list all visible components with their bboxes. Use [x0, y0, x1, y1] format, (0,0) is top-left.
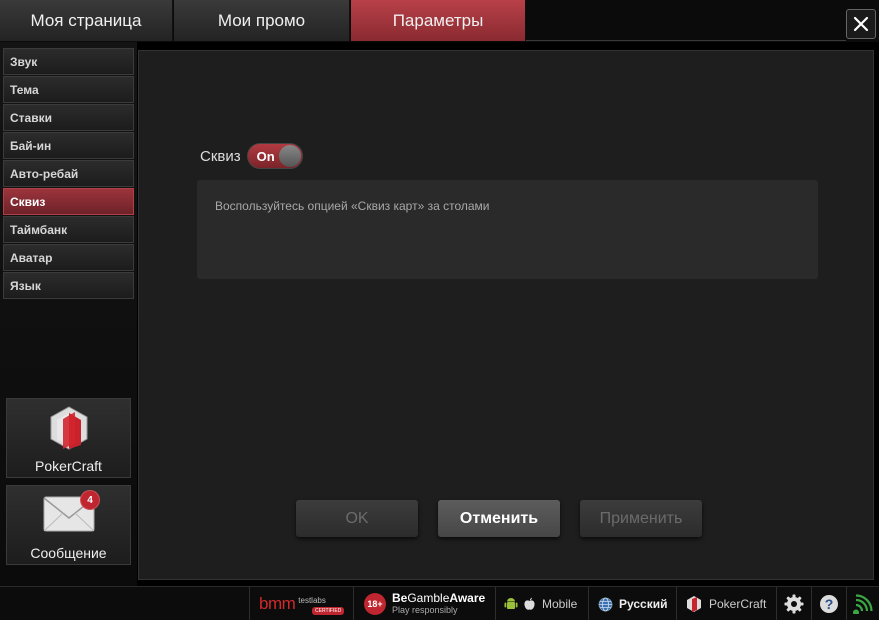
message-tile-label: Сообщение: [30, 545, 107, 561]
sidebar-item-language[interactable]: Язык: [3, 272, 134, 299]
settings-gear-button[interactable]: [776, 587, 810, 620]
sidebar-item-theme[interactable]: Тема: [3, 76, 134, 103]
bmm-brand: bmm: [259, 594, 296, 613]
language-selector[interactable]: Русский: [588, 587, 675, 620]
apple-icon: [524, 597, 535, 610]
message-count-badge: 4: [80, 490, 100, 510]
toggle-knob: [278, 145, 301, 167]
squeeze-label: Сквиз: [200, 147, 241, 165]
bottom-status-bar: bmm testlabs CERTIFIED 18+ BeGambleAware…: [0, 586, 879, 620]
description-text: Воспользуйтесь опцией «Сквиз карт» за ст…: [215, 199, 490, 213]
title-aware: Aware: [449, 591, 486, 605]
mobile-link[interactable]: Mobile: [495, 587, 587, 620]
begambleaware-title: BeGambleAware: [392, 592, 485, 604]
cancel-button[interactable]: Отменить: [438, 500, 560, 537]
message-tile[interactable]: 4 Сообщение: [6, 485, 131, 565]
description-box: Воспользуйтесь опцией «Сквиз карт» за ст…: [197, 180, 818, 279]
begambleaware-subtitle: Play responsibly: [392, 605, 458, 615]
tab-my-promo[interactable]: Мои промо: [174, 0, 350, 41]
gear-icon: [784, 594, 803, 614]
sidebar-item-autorebuy[interactable]: Авто-ребай: [3, 160, 134, 187]
pokercraft-tile[interactable]: PokerCraft: [6, 398, 131, 478]
toggle-state-text: On: [256, 149, 275, 164]
pokercraft-tile-label: PokerCraft: [35, 458, 102, 474]
bmm-certified-stamp: CERTIFIED: [312, 607, 345, 615]
signal-icon: [853, 594, 873, 614]
sidebar-item-timebank[interactable]: Таймбанк: [3, 216, 134, 243]
help-icon: ?: [819, 595, 838, 613]
squeeze-toggle[interactable]: On: [246, 143, 303, 169]
sidebar-item-buyin[interactable]: Бай-ин: [3, 132, 134, 159]
sidebar-item-sound[interactable]: Звук: [3, 48, 134, 75]
title-gamble: Gamble: [407, 591, 450, 605]
begambleaware-text: BeGambleAware Play responsibly: [392, 592, 485, 616]
tab-bar-divider: [526, 40, 846, 41]
tab-my-page[interactable]: Моя страница: [0, 0, 173, 41]
top-tab-bar: Моя страница Мои промо Параметры: [0, 0, 879, 42]
connection-status[interactable]: [846, 587, 879, 620]
pokercraft-small-icon: [687, 596, 701, 612]
mobile-label: Mobile: [542, 597, 578, 611]
sidebar-item-bets[interactable]: Ставки: [3, 104, 134, 131]
begambleaware-badge[interactable]: 18+ BeGambleAware Play responsibly: [353, 587, 494, 620]
ok-button[interactable]: OK: [296, 500, 418, 537]
close-button[interactable]: [846, 9, 876, 39]
bmm-testlabs-text: testlabs: [298, 595, 326, 605]
pokercraft-label: PokerCraft: [709, 597, 767, 611]
svg-text:?: ?: [824, 596, 833, 612]
bmm-testlabs-badge[interactable]: bmm testlabs CERTIFIED: [249, 587, 352, 620]
tab-settings[interactable]: Параметры: [351, 0, 526, 41]
sidebar-item-squeeze[interactable]: Сквиз: [3, 188, 134, 215]
settings-sidebar: Звук Тема Ставки Бай-ин Авто-ребай Сквиз…: [0, 42, 137, 586]
title-be: Be: [392, 591, 408, 605]
close-icon: [853, 16, 869, 32]
language-label: Русский: [619, 597, 668, 611]
settings-panel: Сквиз On Воспользуйтесь опцией «Сквиз ка…: [138, 50, 874, 580]
pokercraft-logo-icon: [50, 406, 87, 450]
android-icon: [504, 598, 518, 609]
sidebar-item-avatar[interactable]: Аватар: [3, 244, 134, 271]
apply-button[interactable]: Применить: [580, 500, 702, 537]
age-18-icon: 18+: [364, 593, 386, 615]
squeeze-setting-row: Сквиз On: [200, 143, 303, 169]
pokercraft-link[interactable]: PokerCraft: [676, 587, 775, 620]
globe-icon: [598, 597, 613, 611]
help-button[interactable]: ?: [811, 587, 845, 620]
